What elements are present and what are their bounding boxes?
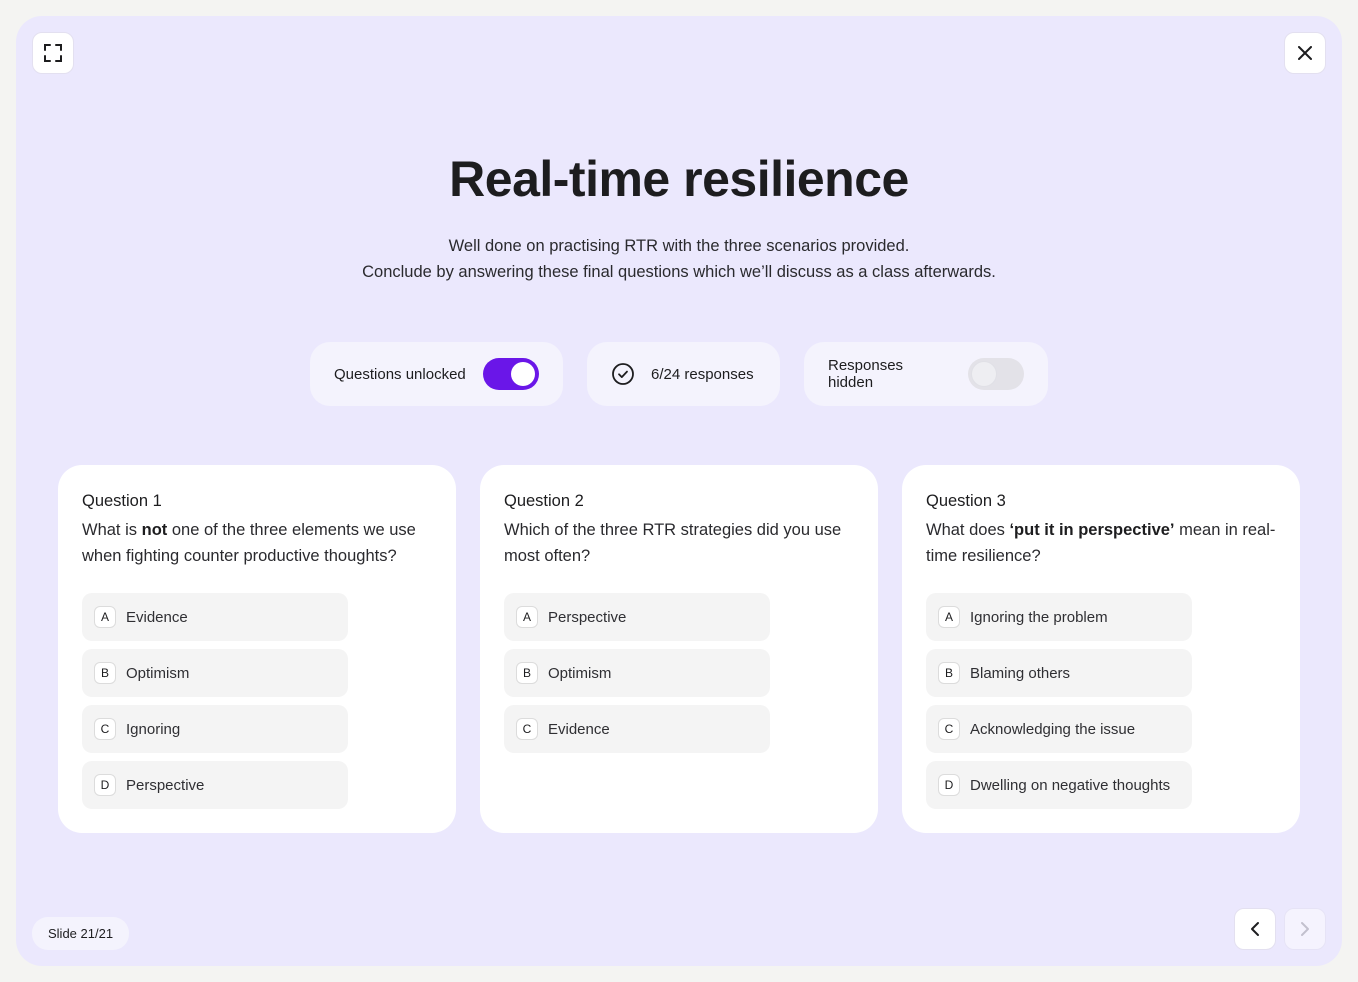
answer-option-a[interactable]: A Perspective [504, 593, 770, 641]
option-letter: D [94, 774, 116, 796]
answer-option-a[interactable]: A Evidence [82, 593, 348, 641]
question-text: What is not one of the three elements we… [82, 517, 432, 569]
expand-corners-icon [44, 44, 62, 62]
toggle-knob [511, 362, 535, 386]
option-text: Ignoring [126, 720, 181, 738]
answer-options: A Ignoring the problem B Blaming others … [926, 593, 1276, 809]
toggle-knob [972, 362, 996, 386]
question-label: Question 1 [82, 492, 162, 510]
responses-hidden-toggle[interactable] [968, 358, 1024, 390]
option-letter: B [938, 662, 960, 684]
answer-option-b[interactable]: B Optimism [82, 649, 348, 697]
option-letter: A [94, 606, 116, 628]
question-text: Which of the three RTR strategies did yo… [504, 517, 854, 569]
question-text-part: What does [926, 521, 1010, 539]
option-letter: D [938, 774, 960, 796]
option-letter: A [516, 606, 538, 628]
slide-counter: Slide 21/21 [32, 917, 130, 950]
question-text-bold: not [141, 521, 168, 539]
next-slide-button[interactable] [1284, 908, 1326, 950]
option-text: Blaming others [970, 664, 1071, 682]
option-letter: B [516, 662, 538, 684]
question-card-2: Question 2 Which of the three RTR strate… [480, 465, 878, 833]
answer-option-b[interactable]: B Blaming others [926, 649, 1192, 697]
answer-option-c[interactable]: C Acknowledging the issue [926, 705, 1192, 753]
responses-count: 6/24 responses [587, 342, 780, 406]
option-text: Ignoring the problem [970, 608, 1108, 626]
questions-unlocked-label: Questions unlocked [334, 365, 466, 383]
question-text-part: What is [82, 521, 142, 539]
chevron-left-icon [1251, 922, 1259, 936]
previous-slide-button[interactable] [1234, 908, 1276, 950]
fullscreen-button[interactable] [32, 32, 74, 74]
questions-unlocked-control: Questions unlocked [310, 342, 563, 406]
check-circle-icon [612, 363, 634, 385]
answer-option-d[interactable]: D Dwelling on negative thoughts [926, 761, 1192, 809]
answer-option-a[interactable]: A Ignoring the problem [926, 593, 1192, 641]
option-letter: C [94, 718, 116, 740]
close-button[interactable] [1284, 32, 1326, 74]
page-title: Real-time resilience [449, 151, 909, 207]
option-text: Optimism [548, 664, 612, 682]
question-text: What does ‘put it in perspective’ mean i… [926, 517, 1276, 569]
responses-hidden-label: Responses hidden [828, 357, 904, 391]
option-letter: A [938, 606, 960, 628]
questions-unlocked-toggle[interactable] [483, 358, 539, 390]
option-text: Dwelling on negative thoughts [970, 776, 1171, 794]
option-letter: C [938, 718, 960, 740]
option-letter: B [94, 662, 116, 684]
option-text: Optimism [126, 664, 190, 682]
option-text: Evidence [548, 720, 610, 738]
option-text: Perspective [126, 776, 205, 794]
subtitle-line-1: Well done on practising RTR with the thr… [448, 237, 910, 255]
subtitle-line-2: Conclude by answering these final questi… [362, 263, 996, 281]
option-text: Perspective [548, 608, 627, 626]
chevron-right-icon [1301, 922, 1309, 936]
answer-option-c[interactable]: C Ignoring [82, 705, 348, 753]
question-card-1: Question 1 What is not one of the three … [58, 465, 456, 833]
answer-option-b[interactable]: B Optimism [504, 649, 770, 697]
controls-bar: Questions unlocked 6/24 responses Respon… [16, 342, 1342, 406]
page-subtitle: Well done on practising RTR with the thr… [16, 233, 1342, 285]
answer-option-d[interactable]: D Perspective [82, 761, 348, 809]
question-label: Question 2 [504, 492, 584, 510]
slide-stage: Real-time resilience Well done on practi… [16, 16, 1342, 966]
responses-count-text: 6/24 responses [651, 365, 754, 383]
question-label: Question 3 [926, 492, 1006, 510]
option-text: Evidence [126, 608, 188, 626]
close-x-icon [1298, 46, 1312, 60]
answer-option-c[interactable]: C Evidence [504, 705, 770, 753]
option-text: Acknowledging the issue [970, 720, 1136, 738]
responses-hidden-control: Responses hidden [804, 342, 1048, 406]
question-card-3: Question 3 What does ‘put it in perspect… [902, 465, 1300, 833]
answer-options: A Perspective B Optimism C Evidence [504, 593, 854, 753]
option-letter: C [516, 718, 538, 740]
answer-options: A Evidence B Optimism C Ignoring D Persp… [82, 593, 432, 809]
question-text-bold: ‘put it in perspective’ [1009, 521, 1175, 539]
question-cards: Question 1 What is not one of the three … [58, 465, 1300, 833]
question-text-part: Which of the three RTR strategies did yo… [504, 521, 842, 565]
